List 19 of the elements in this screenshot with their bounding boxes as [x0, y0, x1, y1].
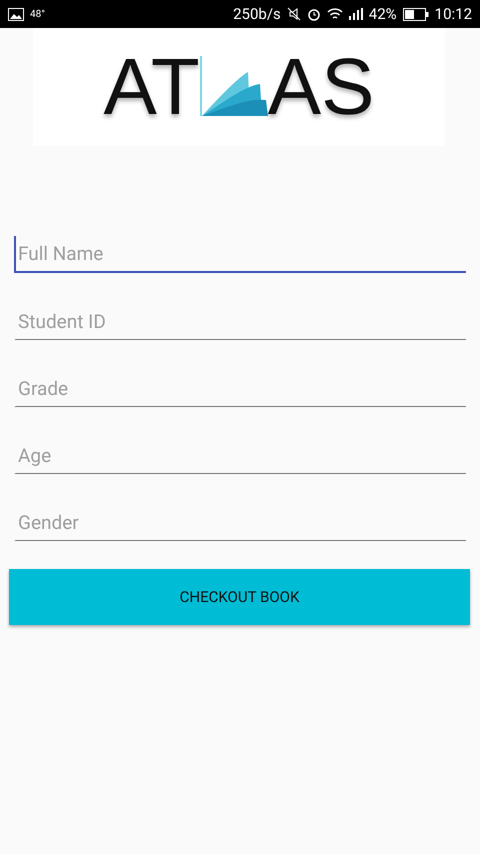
input-field[interactable]: Grade: [14, 370, 466, 407]
input-field[interactable]: Gender: [14, 504, 466, 541]
temperature: 48°: [30, 8, 45, 20]
book-icon: [200, 56, 268, 118]
battery-icon: [402, 8, 429, 20]
image-icon: [8, 8, 24, 20]
network-speed: 250b/s: [233, 5, 281, 23]
logo-text: AT: [103, 47, 200, 127]
battery-percent: 42%: [368, 5, 397, 23]
checkout-button[interactable]: CHECKOUT BOOK: [9, 569, 470, 625]
wifi-icon: [326, 8, 343, 20]
mute-icon: [286, 7, 301, 21]
signal-icon: [348, 8, 363, 20]
alarm-icon: [306, 7, 321, 21]
logo-text: AS: [268, 47, 374, 127]
input-field[interactable]: Full Name: [14, 236, 466, 273]
clock: 10:12: [434, 5, 472, 23]
input-field[interactable]: Student ID: [14, 303, 466, 340]
input-field[interactable]: Age: [14, 437, 466, 474]
